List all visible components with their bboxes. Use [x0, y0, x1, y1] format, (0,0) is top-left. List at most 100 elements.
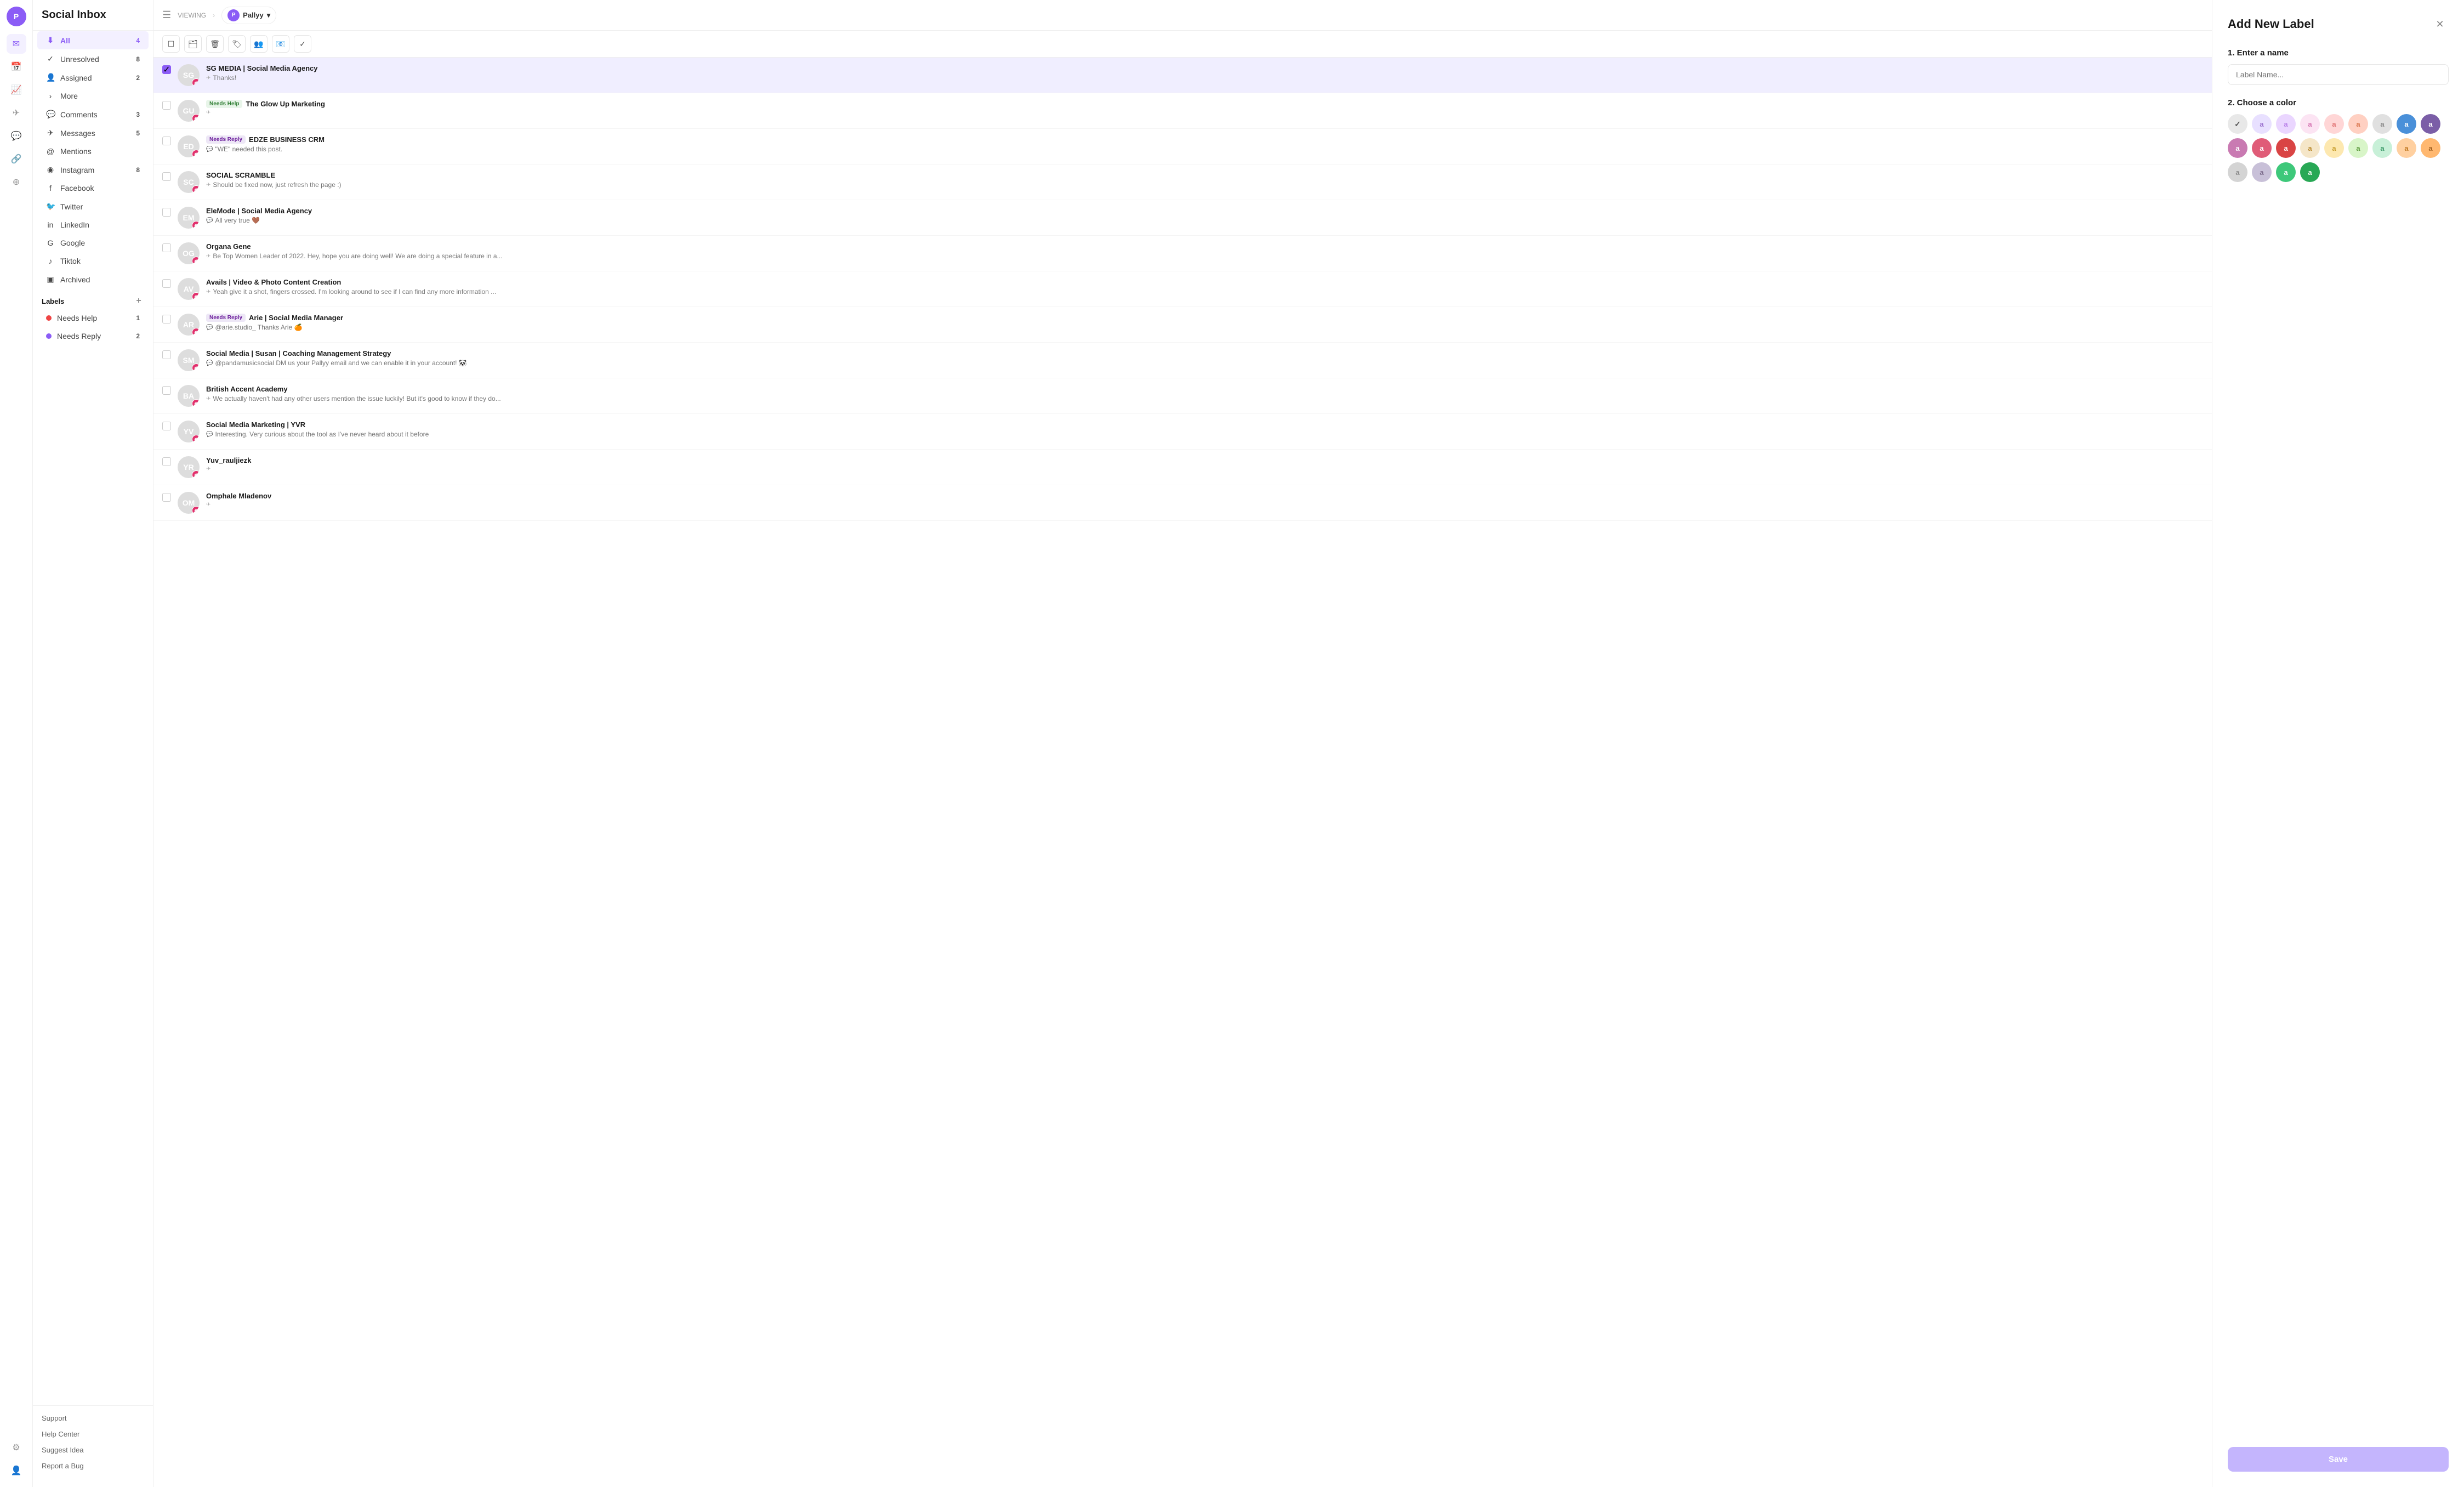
footer-link-suggest-idea[interactable]: Suggest Idea [33, 1442, 153, 1458]
message-avatar: SC ◉ [178, 171, 200, 193]
color-swatch-c4[interactable]: a [2300, 114, 2320, 134]
sidebar-item-linkedin[interactable]: in LinkedIn [37, 216, 149, 234]
message-checkbox[interactable] [162, 243, 171, 252]
message-checkbox[interactable] [162, 101, 171, 110]
footer-link-report-a-bug[interactable]: Report a Bug [33, 1458, 153, 1474]
color-swatch-c12[interactable]: a [2276, 138, 2296, 158]
message-checkbox[interactable] [162, 208, 171, 217]
nav-icon-mentions[interactable]: 💬 [7, 126, 26, 146]
select-all-button[interactable]: ☐ [162, 35, 180, 53]
message-item[interactable]: ✓ SG ◉ SG MEDIA | Social Media Agency ✈ … [153, 58, 2212, 93]
sidebar-item-instagram[interactable]: ◉ Instagram 8 [37, 161, 149, 179]
footer-link-support[interactable]: Support [33, 1410, 153, 1426]
resolve-button[interactable]: ✓ [294, 35, 311, 53]
message-avatar: AR ◉ [178, 314, 200, 336]
nav-icon-user[interactable]: 👤 [7, 1461, 26, 1480]
color-swatch-c20[interactable]: a [2252, 162, 2272, 182]
sidebar-item-archived[interactable]: ▣ Archived [37, 270, 149, 288]
color-swatch-c2[interactable]: a [2252, 114, 2272, 134]
footer-link-help-center[interactable]: Help Center [33, 1426, 153, 1442]
message-item[interactable]: SC ◉ SOCIAL SCRAMBLE ✈ Should be fixed n… [153, 164, 2212, 200]
message-checkbox[interactable] [162, 315, 171, 323]
sidebar-item-facebook[interactable]: f Facebook [37, 179, 149, 197]
assign-button[interactable]: 👥 [250, 35, 268, 53]
message-item[interactable]: YR ◉ Yuv_rauljiezk ✈ [153, 450, 2212, 485]
sidebar-item-all[interactable]: ⬇ All 4 [37, 31, 149, 49]
message-checkbox[interactable]: ✓ [162, 65, 171, 74]
message-checkbox[interactable] [162, 172, 171, 181]
message-item[interactable]: AV ◉ Avails | Video & Photo Content Crea… [153, 271, 2212, 307]
archive-button[interactable]: 🗂 [184, 35, 202, 53]
color-swatch-c9[interactable]: a [2421, 114, 2440, 134]
save-label-button[interactable]: Save [2228, 1447, 2449, 1472]
label-item-needs-reply[interactable]: Needs Reply 2 [37, 327, 149, 345]
color-swatch-c10[interactable]: a [2228, 138, 2247, 158]
color-swatch-c6[interactable]: a [2348, 114, 2368, 134]
message-item[interactable]: YV ◉ Social Media Marketing | YVR 💬 Inte… [153, 414, 2212, 450]
color-swatch-c7[interactable]: a [2372, 114, 2392, 134]
label-name-input[interactable] [2228, 64, 2449, 85]
platform-badge: ◉ [192, 328, 200, 336]
message-checkbox[interactable] [162, 457, 171, 466]
color-swatch-c3[interactable]: a [2276, 114, 2296, 134]
message-item[interactable]: GU ◉ Needs Help The Glow Up Marketing ✈ [153, 93, 2212, 129]
color-swatch-c13[interactable]: a [2300, 138, 2320, 158]
add-label-button[interactable]: + [133, 296, 144, 307]
message-item[interactable]: ED ◉ Needs Reply EDZE BUSINESS CRM 💬 "WE… [153, 129, 2212, 164]
color-swatch-c18[interactable]: a [2421, 138, 2440, 158]
nav-icon-analytics[interactable]: 📈 [7, 80, 26, 100]
color-swatch-c11[interactable]: a [2252, 138, 2272, 158]
message-item[interactable]: OM ◉ Omphale Mladenov ✈ [153, 485, 2212, 521]
mark-read-button[interactable]: 📧 [272, 35, 289, 53]
message-item[interactable]: SM ◉ Social Media | Susan | Coaching Man… [153, 343, 2212, 378]
message-body: Needs Help The Glow Up Marketing ✈ [206, 100, 2203, 116]
message-name: EleMode | Social Media Agency [206, 207, 312, 215]
color-swatch-c21[interactable]: a [2276, 162, 2296, 182]
message-checkbox[interactable] [162, 137, 171, 145]
sidebar-item-messages[interactable]: ✈ Messages 5 [37, 124, 149, 142]
sidebar-item-tiktok[interactable]: ♪ Tiktok [37, 252, 149, 270]
color-swatch-c5[interactable]: a [2324, 114, 2344, 134]
message-name: SOCIAL SCRAMBLE [206, 171, 275, 179]
message-checkbox[interactable] [162, 493, 171, 502]
message-item[interactable]: BA ◉ British Accent Academy ✈ We actuall… [153, 378, 2212, 414]
message-checkbox[interactable] [162, 422, 171, 430]
color-swatch-c14[interactable]: a [2324, 138, 2344, 158]
app-logo[interactable]: P [7, 7, 26, 26]
nav-icon-settings[interactable]: ⚙ [7, 1438, 26, 1457]
sidebar-item-twitter[interactable]: 🐦 Twitter [37, 197, 149, 215]
color-swatch-c15[interactable]: a [2348, 138, 2368, 158]
color-swatch-c19[interactable]: a [2228, 162, 2247, 182]
message-preview: ✈ [206, 502, 2203, 508]
close-panel-button[interactable]: ✕ [2431, 15, 2449, 33]
sidebar-item-unresolved[interactable]: ✓ Unresolved 8 [37, 50, 149, 68]
message-checkbox[interactable] [162, 350, 171, 359]
message-checkbox[interactable] [162, 279, 171, 288]
message-checkbox[interactable] [162, 386, 171, 395]
label-button[interactable]: 🏷 [228, 35, 246, 53]
message-item[interactable]: AR ◉ Needs Reply Arie | Social Media Man… [153, 307, 2212, 343]
message-item[interactable]: OG ◉ Organa Gene ✈ Be Top Women Leader o… [153, 236, 2212, 271]
color-swatch-c8[interactable]: a [2397, 114, 2416, 134]
sidebar-item-assigned[interactable]: 👤 Assigned 2 [37, 69, 149, 87]
nav-icon-calendar[interactable]: 📅 [7, 57, 26, 77]
label-item-needs-help[interactable]: Needs Help 1 [37, 309, 149, 327]
nav-icon-compose[interactable]: ✈ [7, 103, 26, 123]
color-swatch-c22[interactable]: a [2300, 162, 2320, 182]
color-swatch-c16[interactable]: a [2372, 138, 2392, 158]
message-tag: Needs Help [206, 100, 242, 108]
message-item[interactable]: EM ◉ EleMode | Social Media Agency 💬 All… [153, 200, 2212, 236]
sidebar-item-more[interactable]: › More [37, 87, 149, 105]
icon-sidebar: P ✉ 📅 📈 ✈ 💬 🔗 ⊕ ⚙ 👤 [0, 0, 33, 1487]
sidebar-item-mentions[interactable]: @ Mentions [37, 143, 149, 160]
color-swatch-c1[interactable] [2228, 114, 2247, 134]
workspace-switcher[interactable]: P Pallyy ▾ [221, 7, 276, 24]
color-swatch-c17[interactable]: a [2397, 138, 2416, 158]
nav-icon-inbox[interactable]: ✉ [7, 34, 26, 54]
menu-icon[interactable]: ☰ [162, 9, 171, 21]
nav-icon-links[interactable]: 🔗 [7, 149, 26, 169]
sidebar-item-comments[interactable]: 💬 Comments 3 [37, 105, 149, 123]
delete-button[interactable]: 🗑 [206, 35, 224, 53]
sidebar-item-google[interactable]: G Google [37, 234, 149, 252]
nav-icon-integrations[interactable]: ⊕ [7, 172, 26, 192]
